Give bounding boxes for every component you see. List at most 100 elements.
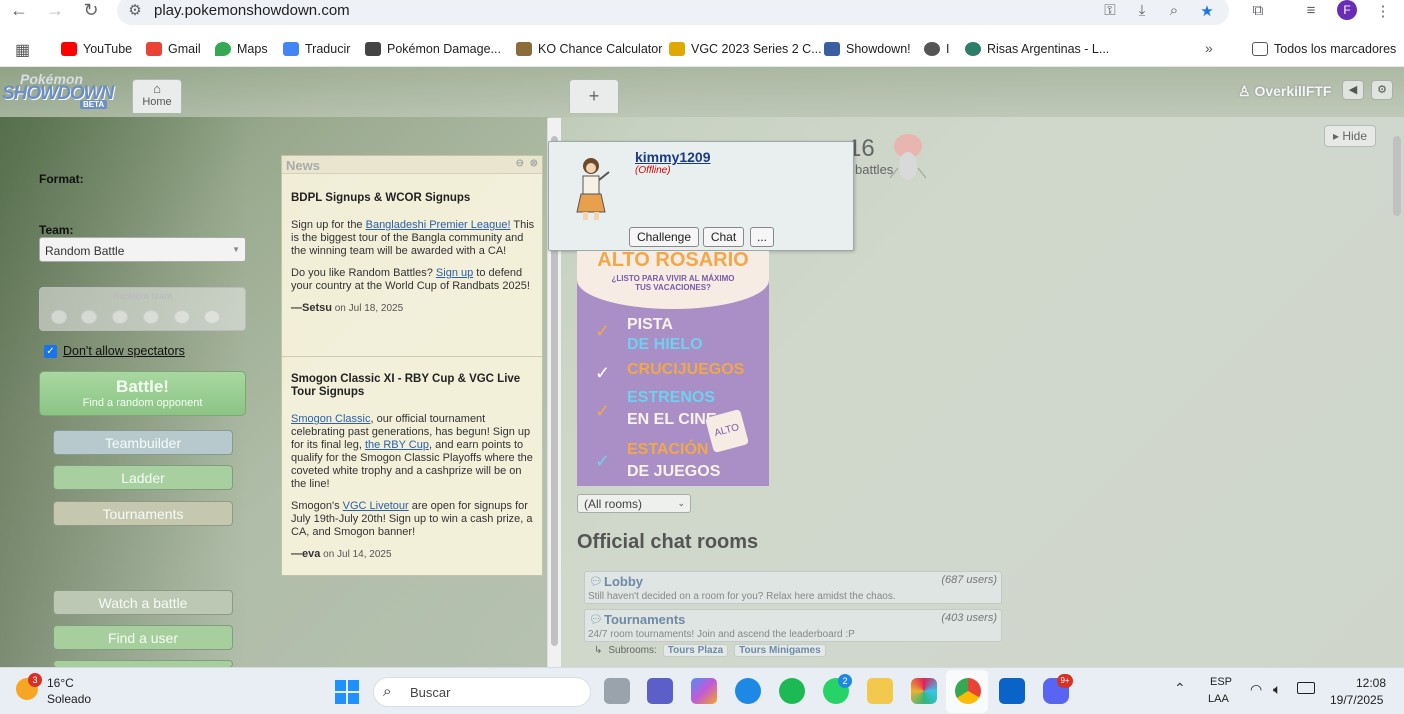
hide-button[interactable]: ▸ Hide	[1324, 125, 1376, 147]
gear-icon: ⚙	[1377, 84, 1387, 96]
bookmark-ko-calculator[interactable]: KO Chance Calculator	[516, 39, 662, 59]
news-link[interactable]: VGC Livetour	[343, 500, 409, 512]
caret-right-icon: ▸	[1332, 129, 1339, 143]
keyboard-layout[interactable]: LAA	[1208, 693, 1229, 705]
spotify-icon[interactable]	[779, 678, 805, 704]
right-scrollbar[interactable]	[1390, 118, 1404, 667]
language-code[interactable]: ESP	[1210, 676, 1232, 688]
tab-home[interactable]: ⌂ Home	[132, 79, 182, 113]
ad-check-icon: ✓	[595, 401, 611, 421]
slack-icon[interactable]	[911, 678, 937, 704]
team-label: Team:	[39, 223, 74, 237]
format-select[interactable]: Random Battle ▼	[39, 237, 246, 262]
clock-date[interactable]: 19/7/2025	[1330, 693, 1383, 707]
bookmark-gmail[interactable]: Gmail	[146, 39, 201, 59]
news-link[interactable]: Bangladeshi Premier League!	[366, 219, 511, 231]
ad-check-icon: ✓	[595, 451, 611, 471]
help-icon[interactable]	[735, 678, 761, 704]
url-text[interactable]: play.pokemonshowdown.com	[154, 2, 350, 19]
clock-time[interactable]: 12:08	[1356, 676, 1386, 690]
copilot-icon[interactable]	[691, 678, 717, 704]
more-bookmarks-icon[interactable]: »	[1205, 40, 1213, 56]
reload-icon[interactable]: ↻	[76, 0, 106, 22]
subrooms-row: ↳ Subrooms: Tours Plaza Tours Minigames	[594, 644, 826, 657]
risas-icon	[965, 42, 981, 56]
bookmark-maps[interactable]: Maps	[215, 39, 268, 59]
zoom-icon[interactable]: ⌕	[1163, 2, 1185, 20]
bookmark-youtube[interactable]: YouTube	[61, 39, 132, 59]
volume-icon[interactable]: 🔈︎	[1273, 681, 1281, 698]
sound-button[interactable]: ◀	[1342, 80, 1364, 100]
task-view-icon[interactable]	[604, 678, 630, 704]
extensions-icon[interactable]: ⧉	[1247, 2, 1269, 20]
more-options-button[interactable]: ...	[750, 227, 774, 247]
news-link[interactable]: Sign up	[436, 267, 473, 279]
all-bookmarks-folder[interactable]: Todos los marcadores	[1252, 39, 1396, 59]
gmail-icon	[146, 42, 162, 56]
rooms-filter-select[interactable]: (All rooms) ⌄	[577, 494, 691, 513]
scroll-thumb[interactable]	[1393, 136, 1401, 216]
bookmark-traducir[interactable]: Traducir	[283, 39, 350, 59]
battle-button[interactable]: Battle! Find a random opponent	[39, 371, 246, 416]
subroom-link[interactable]: Tours Plaza	[662, 644, 729, 657]
youtube-icon	[61, 42, 77, 56]
chat-button[interactable]: Chat	[703, 227, 744, 247]
windows-start-icon[interactable]	[335, 680, 359, 704]
advertisement-banner[interactable]: ALTO ROSARIO ¿LISTO PARA VIVIR AL MÁXIMO…	[577, 251, 769, 486]
bookmark-risas[interactable]: Risas Argentinas - L...	[965, 39, 1109, 59]
spectators-checkbox[interactable]: ✓ Don't allow spectators	[44, 344, 185, 358]
pokeball-icon	[143, 310, 159, 324]
settings-button[interactable]: ⚙	[1371, 80, 1393, 100]
vgc-icon	[669, 42, 685, 56]
team-select[interactable]: Random team	[39, 287, 246, 331]
chat-bubble-icon: 💬︎	[589, 576, 603, 588]
bookmark-i[interactable]: I	[924, 39, 949, 59]
chrome-icon[interactable]	[955, 678, 981, 704]
chevron-up-icon[interactable]: ⌃	[1174, 680, 1186, 697]
menu-dots-icon[interactable]: ⋮	[1372, 2, 1394, 20]
site-info-icon[interactable]: ⚙	[124, 1, 146, 19]
more-menu-button[interactable]	[53, 660, 233, 667]
close-icon[interactable]: ⊗	[530, 158, 538, 169]
teams-icon[interactable]	[647, 678, 673, 704]
bookmark-vgc[interactable]: VGC 2023 Series 2 C...	[669, 39, 822, 59]
challenge-button[interactable]: Challenge	[629, 227, 699, 247]
popup-username[interactable]: kimmy1209	[635, 149, 711, 165]
profile-avatar[interactable]: F	[1337, 0, 1357, 20]
news-link[interactable]: the RBY Cup	[365, 439, 429, 451]
teambuilder-button[interactable]: Teambuilder	[53, 430, 233, 455]
whatsapp-badge: 2	[838, 674, 852, 688]
weather-temp[interactable]: 16°C	[47, 676, 74, 690]
install-app-icon[interactable]: ⤓	[1131, 2, 1153, 20]
username-display[interactable]: ♙ OverkillFTF	[1238, 83, 1331, 100]
forward-icon[interactable]: →	[40, 0, 70, 22]
apps-grid-icon[interactable]: ▦	[15, 40, 30, 60]
showdown-logo[interactable]: Pokémon SHOWDOWN BETA	[2, 71, 130, 109]
watch-battle-button[interactable]: Watch a battle	[53, 590, 233, 615]
bookmark-star-icon[interactable]: ★	[1196, 2, 1218, 20]
search-icon: ⌕	[383, 683, 392, 700]
find-user-button[interactable]: Find a user	[53, 625, 233, 650]
tournaments-button[interactable]: Tournaments	[53, 501, 233, 526]
new-tab-button[interactable]: +	[569, 79, 619, 113]
taskbar-search[interactable]: ⌕ Buscar	[373, 677, 591, 707]
ad-logo: ALTO	[704, 408, 750, 454]
news-item: Smogon Classic XI - RBY Cup & VGC Live T…	[291, 373, 533, 560]
news-link[interactable]: Smogon Classic	[291, 413, 370, 425]
file-explorer-icon[interactable]	[867, 678, 893, 704]
battery-icon[interactable]	[1297, 682, 1315, 694]
bookmark-pokemon-damage[interactable]: Pokémon Damage...	[365, 39, 501, 59]
minimize-icon[interactable]: ⊖	[516, 158, 524, 169]
password-key-icon[interactable]: ⚿	[1099, 2, 1121, 20]
subroom-link[interactable]: Tours Minigames	[734, 644, 826, 657]
room-tournaments[interactable]: 💬︎ Tournaments (403 users) 24/7 room tou…	[584, 609, 1002, 642]
outlook-icon[interactable]	[999, 678, 1025, 704]
room-lobby[interactable]: 💬︎ Lobby (687 users) Still haven't decid…	[584, 571, 1002, 604]
ladder-button[interactable]: Ladder	[53, 465, 233, 490]
back-icon[interactable]: ←	[4, 0, 34, 22]
bookmark-showdown[interactable]: Showdown!	[824, 39, 911, 59]
weather-desc[interactable]: Soleado	[47, 692, 91, 706]
wifi-icon[interactable]: ◠	[1250, 681, 1262, 698]
reading-list-icon[interactable]: ≡	[1300, 2, 1322, 20]
news-divider	[282, 356, 542, 357]
